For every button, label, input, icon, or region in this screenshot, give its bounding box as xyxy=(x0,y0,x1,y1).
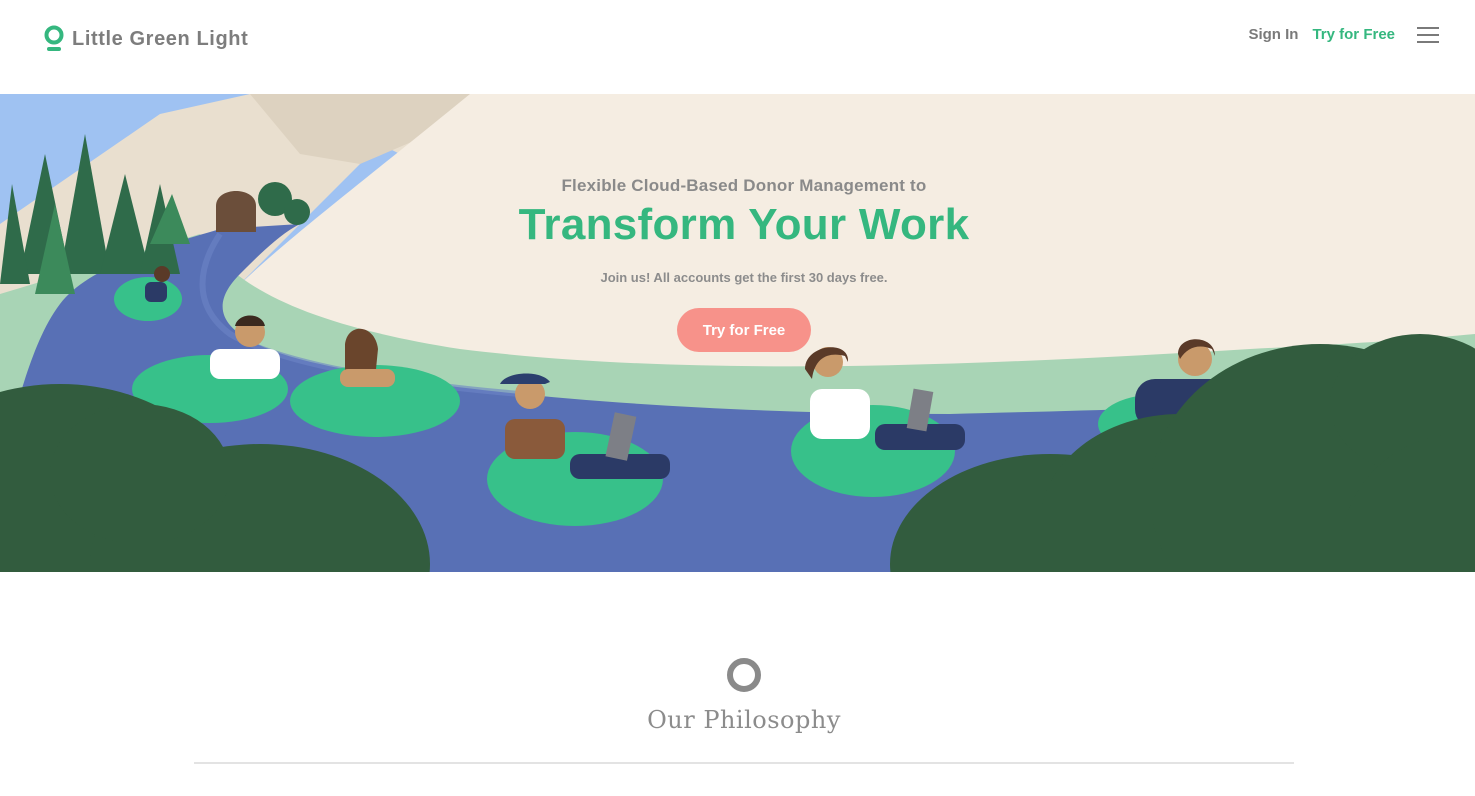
top-nav: Sign In Try for Free xyxy=(1248,26,1439,43)
philosophy-title: Our Philosophy xyxy=(647,706,841,734)
try-for-free-button[interactable]: Try for Free xyxy=(677,308,811,352)
hamburger-menu-icon[interactable] xyxy=(1417,26,1439,43)
try-for-free-link[interactable]: Try for Free xyxy=(1312,26,1395,43)
hero-banner: Flexible Cloud-Based Donor Management to… xyxy=(0,94,1475,572)
brand-name: Little Green Light xyxy=(72,27,249,50)
top-header: Little Green Light Sign In Try for Free xyxy=(0,0,1475,94)
hero-subtitle: Flexible Cloud-Based Donor Management to xyxy=(561,176,927,195)
section-divider xyxy=(194,762,1294,764)
sign-in-link[interactable]: Sign In xyxy=(1248,26,1298,43)
trial-note: Join us! All accounts get the first 30 d… xyxy=(600,270,888,285)
brand-logo-link[interactable]: Little Green Light xyxy=(44,24,248,54)
hero-title: Transform Your Work xyxy=(518,200,970,249)
logo-ring-icon xyxy=(44,25,64,51)
ring-icon xyxy=(727,658,761,692)
